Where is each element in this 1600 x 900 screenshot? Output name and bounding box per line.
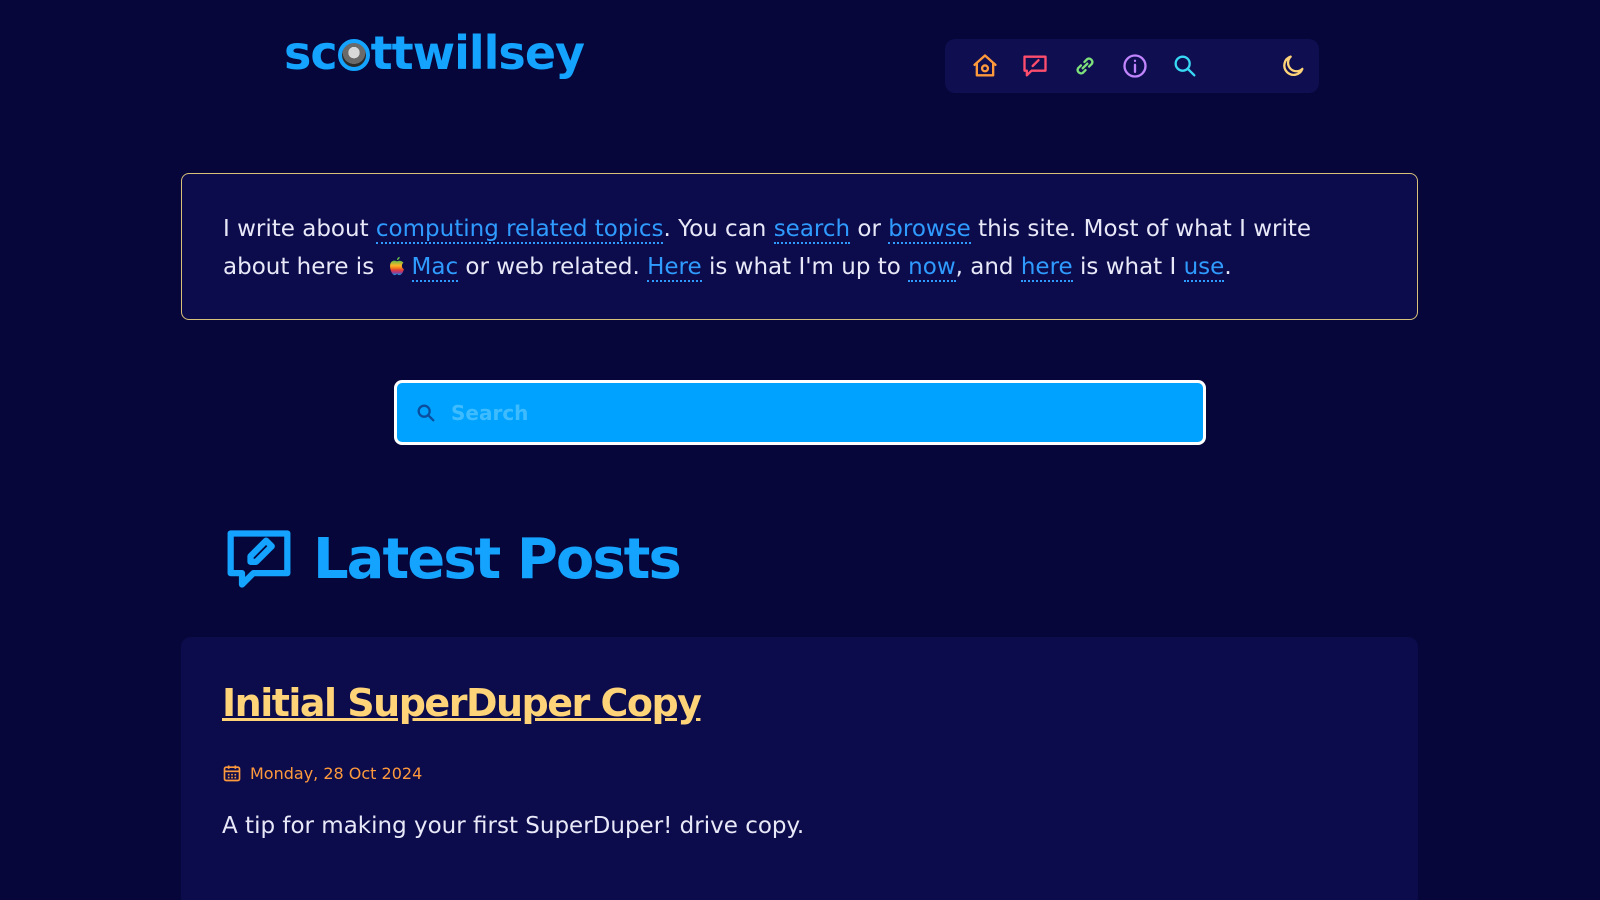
intro-text: is what I [1072, 254, 1184, 280]
avatar [337, 39, 370, 71]
intro-text: . You can [663, 216, 774, 242]
post-date: Monday, 28 Oct 2024 [222, 763, 1378, 783]
pencil-message-icon [227, 530, 291, 588]
intro-text: or web related. [458, 254, 648, 280]
link-icon [1076, 57, 1094, 75]
use-link[interactable]: use [1183, 254, 1225, 282]
logo-text-start: sc [284, 26, 338, 80]
post-summary: A tip for making your first SuperDuper! … [222, 813, 805, 839]
moon-icon [1283, 55, 1304, 76]
pencil-message-icon [1023, 55, 1047, 77]
page: sc ttwillsey I write about computing rel… [0, 0, 1600, 900]
search-link[interactable]: search [773, 216, 851, 244]
latest-posts-heading: Latest Posts [225, 525, 682, 593]
now-link[interactable]: now [908, 254, 956, 282]
section-title: Latest Posts [313, 526, 682, 592]
search-icon [417, 404, 435, 421]
nav-about-button[interactable] [1110, 46, 1160, 86]
intro-text: I write about [223, 216, 376, 242]
home-icon [973, 54, 997, 77]
nav-posts-button[interactable] [1010, 46, 1060, 86]
intro-text: is what I'm up to [701, 254, 909, 280]
here-link[interactable]: Here [647, 254, 702, 282]
calendar-icon [223, 765, 241, 782]
post-card: Initial SuperDuper Copy Monday, 28 Oct 2… [181, 637, 1418, 900]
intro-text: . [1224, 254, 1232, 280]
intro-text: , and [955, 254, 1021, 280]
search-input[interactable] [451, 400, 1171, 425]
search-icon [1174, 55, 1196, 77]
search-box[interactable] [394, 380, 1206, 445]
site-logo[interactable]: sc ttwillsey [284, 26, 585, 80]
post-date-text: Monday, 28 Oct 2024 [250, 763, 423, 783]
browse-link[interactable]: browse [888, 216, 971, 244]
logo-text-end: ttwillsey [370, 26, 585, 80]
intro-box: I write about computing related topics. … [181, 173, 1418, 320]
nav-search-button[interactable] [1160, 46, 1210, 86]
nav-links-button[interactable] [1060, 46, 1110, 86]
post-title-link[interactable]: Initial SuperDuper Copy [222, 681, 1378, 725]
nav-home-button[interactable] [960, 46, 1010, 86]
theme-toggle-button[interactable] [1268, 46, 1318, 86]
main-nav [945, 39, 1319, 93]
intro-text: or [850, 216, 889, 242]
info-icon [1123, 54, 1147, 78]
topics-link[interactable]: computing related topics [375, 216, 664, 244]
uses-here-link[interactable]: here [1020, 254, 1073, 282]
mac-link[interactable]: Mac [411, 254, 459, 282]
apple-logo-icon [389, 256, 404, 276]
